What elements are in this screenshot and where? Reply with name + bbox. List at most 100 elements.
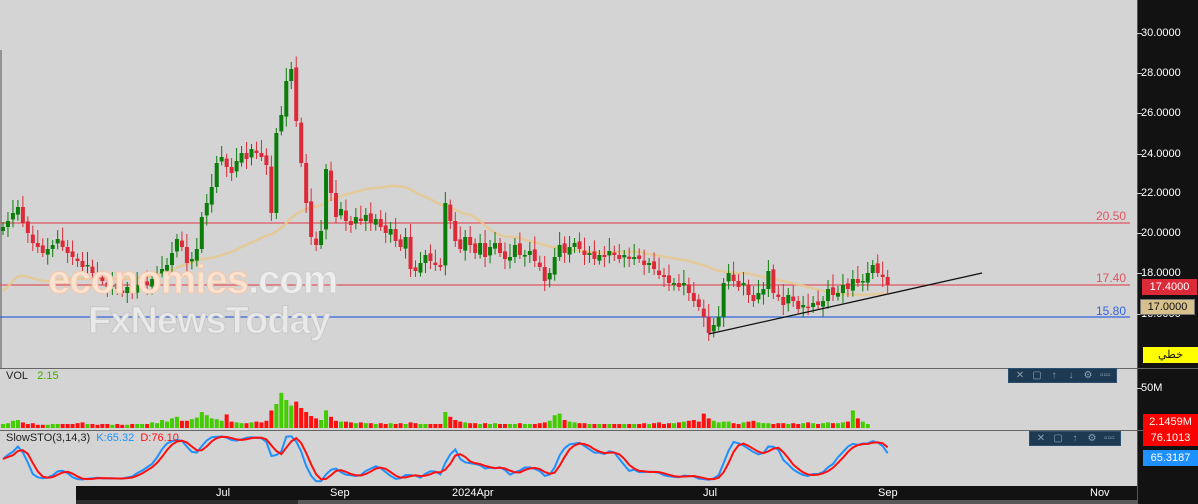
candle-body: [55, 239, 60, 244]
volume-bar: [160, 420, 165, 428]
move-up-icon[interactable]: ↑: [1070, 433, 1080, 444]
candle-body: [642, 260, 647, 265]
candle-body: [438, 265, 443, 267]
candle-body: [239, 153, 244, 163]
candle-body: [50, 245, 55, 249]
candle-body: [408, 237, 413, 269]
candle-body: [597, 255, 602, 261]
settings-icon[interactable]: ⚙: [1087, 433, 1097, 444]
volume-bar: [448, 416, 453, 428]
volume-bar: [572, 422, 577, 428]
candle-body: [607, 251, 612, 256]
scrollbar-thumb[interactable]: [298, 500, 1137, 504]
candle-body: [870, 265, 875, 273]
volume-bar: [681, 421, 686, 428]
more-icon[interactable]: ▫▫▫: [1100, 370, 1111, 381]
candle-body: [30, 234, 35, 243]
candle-body: [204, 203, 209, 216]
more-icon[interactable]: ▫▫▫: [1104, 433, 1115, 444]
candle-body: [840, 285, 845, 293]
volume-bar: [811, 423, 816, 428]
candle-body: [830, 287, 835, 295]
volume-bar: [264, 420, 269, 428]
volume-bar: [547, 420, 552, 428]
close-icon[interactable]: ✕: [1036, 433, 1046, 444]
volume-bar: [219, 420, 224, 428]
volume-bar: [627, 424, 632, 428]
candle-body: [398, 239, 403, 247]
candle-body: [567, 247, 572, 255]
candle-body: [696, 299, 701, 307]
volume-bar: [155, 423, 160, 428]
volume-bar: [403, 424, 408, 428]
stoch-k-tag: 65.3187: [1143, 450, 1198, 466]
candle-body: [488, 247, 493, 256]
volume-bar: [30, 423, 35, 428]
candle-body: [786, 295, 791, 304]
volume-bar: [319, 420, 324, 428]
candle-body: [547, 273, 552, 280]
volume-bar: [423, 424, 428, 428]
candle-body: [428, 253, 433, 261]
candle-body: [338, 209, 343, 216]
candle-body: [478, 243, 483, 255]
volume-bar: [647, 424, 652, 428]
volume-bar: [642, 423, 647, 428]
move-down-icon[interactable]: ↓: [1066, 370, 1076, 381]
candle-body: [483, 243, 488, 257]
volume-bar: [597, 424, 602, 428]
candle-body: [453, 221, 458, 241]
candle-body: [413, 267, 418, 271]
volume-bar: [373, 424, 378, 428]
volume-bar: [557, 413, 562, 428]
volume-bar: [324, 410, 329, 428]
volume-bar: [55, 424, 60, 428]
volume-bar: [582, 423, 587, 428]
volume-bar: [607, 424, 612, 428]
volume-current-tag: 2.1459M: [1143, 414, 1198, 430]
panel-divider[interactable]: [0, 368, 1137, 369]
volume-bar: [15, 420, 20, 428]
volume-bar: [353, 423, 358, 428]
volume-bar: [105, 424, 110, 428]
ma-value-tag: 17.0000: [1140, 299, 1195, 315]
chart-canvas[interactable]: [0, 0, 1137, 486]
candle-body: [816, 301, 821, 305]
volume-bar: [796, 424, 801, 428]
candle-body: [771, 269, 776, 293]
volume-bar: [40, 424, 45, 428]
volume-bar: [706, 418, 711, 428]
volume-bar: [726, 421, 731, 428]
candle-body: [691, 293, 696, 301]
volume-bar: [204, 415, 209, 428]
volume-bar: [612, 424, 617, 428]
volume-bar: [150, 422, 155, 428]
settings-icon[interactable]: ⚙: [1083, 370, 1093, 381]
volume-bar: [766, 423, 771, 428]
volume-bar: [383, 424, 388, 428]
panel-divider[interactable]: [0, 430, 1137, 431]
volume-bar: [855, 418, 860, 428]
close-icon[interactable]: ✕: [1015, 370, 1025, 381]
volume-bar: [483, 423, 488, 428]
volume-bar: [666, 423, 671, 428]
candle-body: [343, 210, 348, 221]
candle-body: [507, 257, 512, 261]
volume-bar: [816, 424, 821, 428]
candle-body: [418, 263, 423, 273]
maximize-icon[interactable]: ▢: [1032, 370, 1042, 381]
trendline: [708, 272, 983, 335]
volume-bar: [120, 424, 125, 428]
candle-body: [269, 166, 274, 213]
chart-type-button[interactable]: خطي: [1143, 347, 1198, 363]
move-up-icon[interactable]: ↑: [1049, 370, 1059, 381]
level-label-2050: 20.50: [1096, 209, 1127, 223]
time-axis[interactable]: Jul Sep 2024Apr Jul Sep Nov: [76, 486, 1137, 500]
candle-body: [736, 281, 741, 287]
price-axis[interactable]: 30.0000 28.0000 26.0000 24.0000 22.0000 …: [1136, 0, 1198, 504]
maximize-icon[interactable]: ▢: [1053, 433, 1063, 444]
candle-body: [458, 239, 463, 249]
candle-body: [622, 255, 627, 258]
candle-body: [577, 241, 582, 249]
price-tick: 26.0000: [1137, 107, 1181, 119]
